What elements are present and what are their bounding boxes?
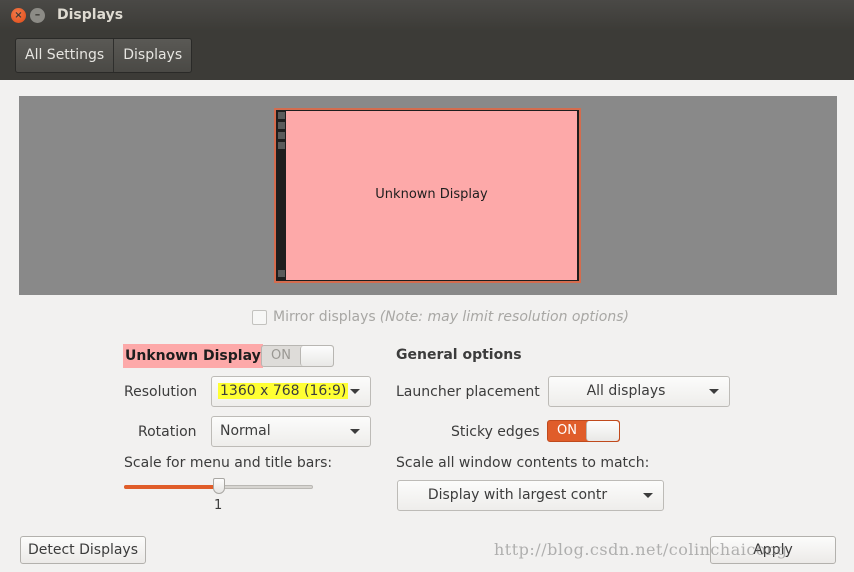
scale-all-label: Scale all window contents to match: [396,455,650,471]
chevron-down-icon [709,389,719,394]
scale-all-value: Display with largest contr [427,487,608,503]
launcher-icon [278,142,285,149]
launcher-placement-dropdown[interactable]: All displays [548,376,730,407]
display-power-switch[interactable]: ON [261,345,334,367]
sticky-edges-label: Sticky edges [451,424,540,440]
switch-knob [586,421,619,441]
scale-slider-handle[interactable] [213,478,225,494]
chevron-down-icon [350,429,360,434]
switch-knob [300,346,333,366]
close-icon[interactable]: × [11,8,26,23]
detect-displays-button[interactable]: Detect Displays [20,536,146,564]
launcher-icon [278,112,285,119]
resolution-label: Resolution [124,384,198,400]
window-title: Displays [57,7,124,23]
breadcrumb: All Settings Displays [15,38,193,73]
title-bar: × – Displays [0,0,854,31]
resolution-value-wrap: 1360 x 768 (16:9) [218,377,349,406]
launcher-placement-label: Launcher placement [396,384,540,400]
launcher-icon [278,270,285,277]
rotation-value: Normal [220,423,271,439]
monitor-screen: Unknown Display [286,111,577,280]
rotation-dropdown[interactable]: Normal [211,416,371,447]
resolution-value: 1360 x 768 (16:9) [218,383,349,399]
breadcrumb-all-settings[interactable]: All Settings [16,39,113,72]
mirror-displays-row: Mirror displays (Note: may limit resolut… [252,309,629,325]
watermark: http://blog.csdn.net/colinchaicong [494,540,788,559]
launcher-icon [278,122,285,129]
mirror-displays-note: (Note: may limit resolution options) [379,309,629,325]
display-power-state: ON [271,348,291,363]
chevron-down-icon [350,389,360,394]
resolution-dropdown[interactable]: 1360 x 768 (16:9) [211,376,371,407]
scale-value: 1 [214,498,223,513]
rotation-label: Rotation [138,424,197,440]
toolbar: All Settings Displays [0,31,854,80]
monitor-label: Unknown Display [375,187,488,202]
launcher-icon [278,132,285,139]
scale-label: Scale for menu and title bars: [124,455,333,471]
scale-all-dropdown[interactable]: Display with largest contr [397,480,664,511]
scale-slider-fill [124,485,219,489]
display-name: Unknown Display [123,344,263,368]
general-options-title: General options [396,347,522,363]
sticky-edges-state: ON [557,423,577,438]
mirror-displays-checkbox[interactable] [252,309,267,325]
chevron-down-icon [643,493,653,498]
displays-panel: Unknown Display Mirror displays (Note: m… [0,80,854,572]
mirror-displays-label: Mirror displays [273,309,376,325]
launcher-placement-value: All displays [586,383,666,399]
breadcrumb-displays[interactable]: Displays [113,39,191,72]
monitor-preview[interactable]: Unknown Display [274,108,581,283]
display-arrangement-area: Unknown Display [19,96,837,295]
minimize-icon[interactable]: – [30,8,45,23]
sticky-edges-switch[interactable]: ON [547,420,620,442]
